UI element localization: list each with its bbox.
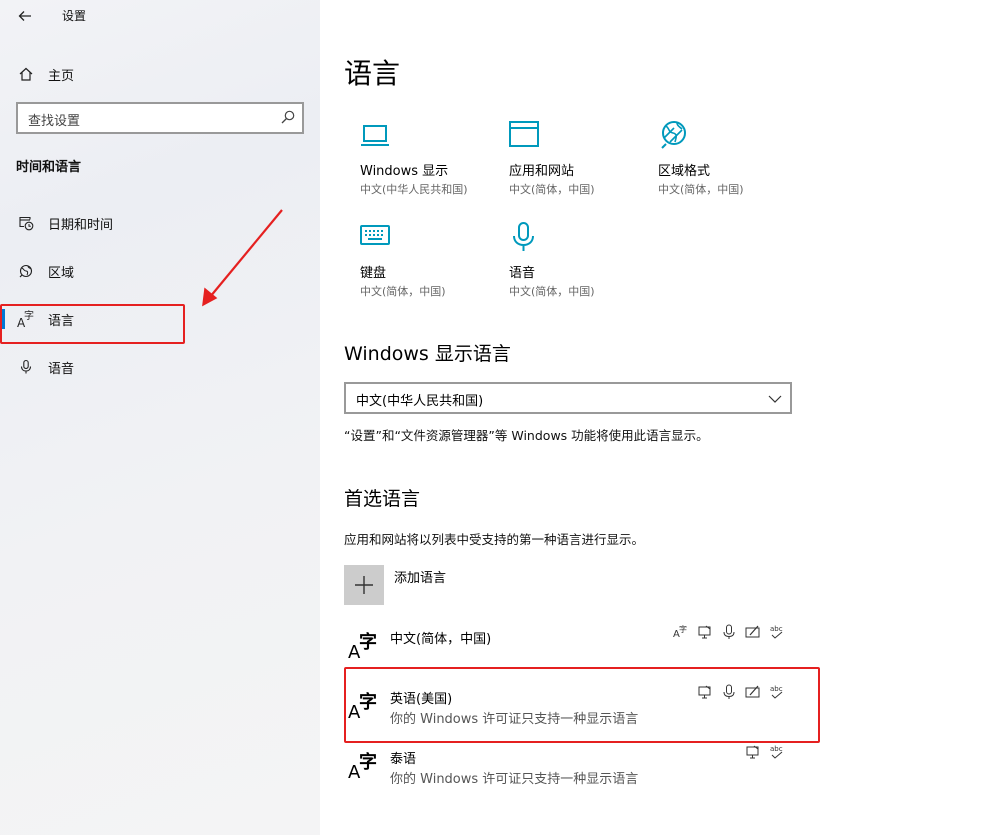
preferred-languages-heading: 首选语言 xyxy=(344,488,421,510)
plus-icon xyxy=(355,576,373,594)
display-language-select[interactable]: 中文(中华人民共和国) xyxy=(344,382,792,414)
home-icon xyxy=(16,64,36,84)
language-note: 你的 Windows 许可证只支持一种显示语言 xyxy=(390,772,639,787)
tile-title: Windows 显示 xyxy=(360,164,449,179)
speech-recognition-feature-icon xyxy=(720,624,738,642)
display-language-description: “设置”和“文件资源管理器”等 Windows 功能将使用此语言显示。 xyxy=(344,428,709,443)
add-language-button[interactable] xyxy=(344,565,384,605)
chevron-down-icon xyxy=(768,395,782,403)
spell-check-feature-icon: abc xyxy=(768,624,786,642)
microphone-icon xyxy=(513,222,534,251)
back-arrow-icon xyxy=(18,11,31,21)
sidebar: 设置 主页 查找设置 时间和语言 日期和时间 区域 A 字 语言 语音 xyxy=(0,0,320,835)
tile-subtitle: 中文(简体，中国) xyxy=(360,285,446,298)
search-input[interactable]: 查找设置 xyxy=(16,102,304,134)
tile-title: 键盘 xyxy=(360,266,387,281)
annotation-highlight-box xyxy=(344,667,820,743)
text-to-speech-feature-icon xyxy=(696,624,714,642)
tile-regional-format[interactable]: 区域格式 中文(简体，中国) xyxy=(658,120,808,210)
sidebar-item-label: 日期和时间 xyxy=(48,218,114,233)
svg-text:abc: abc xyxy=(770,745,783,753)
tile-title: 应用和网站 xyxy=(509,164,575,179)
language-icon: A 字 xyxy=(348,748,378,783)
tile-subtitle: 中文(简体，中国) xyxy=(658,183,744,196)
keyboard-icon xyxy=(360,225,390,245)
text-to-speech-feature-icon xyxy=(744,744,762,762)
search-placeholder: 查找设置 xyxy=(28,114,81,129)
region-globe-icon xyxy=(661,121,686,149)
tile-apps-websites[interactable]: 应用和网站 中文(简体，中国) xyxy=(509,120,659,210)
sidebar-item-region[interactable]: 区域 xyxy=(0,255,320,287)
search-icon xyxy=(281,110,295,124)
annotation-highlight-box xyxy=(0,304,185,344)
language-glyph-zi: 字 xyxy=(359,752,377,773)
sidebar-item-label: 语音 xyxy=(48,362,75,377)
back-button[interactable] xyxy=(14,5,36,27)
language-glyph-zi: 字 xyxy=(359,632,377,653)
app-window-icon xyxy=(509,121,539,147)
tile-speech[interactable]: 语音 中文(简体，中国) xyxy=(509,222,659,312)
language-item-thai[interactable]: A 字 泰语 你的 Windows 许可证只支持一种显示语言 abc xyxy=(344,744,794,800)
page-title: 语言 xyxy=(344,57,401,90)
handwriting-feature-icon xyxy=(744,624,762,642)
window-title: 设置 xyxy=(62,9,87,23)
section-title: 时间和语言 xyxy=(16,160,82,175)
monitor-icon xyxy=(361,125,389,146)
tile-title: 语音 xyxy=(509,266,536,281)
spell-check-feature-icon: abc xyxy=(768,744,786,762)
calendar-clock-icon xyxy=(16,213,36,233)
display-language-feature-icon: A字 xyxy=(672,624,690,642)
sidebar-item-label: 区域 xyxy=(48,266,75,281)
tile-title: 区域格式 xyxy=(658,164,711,179)
title-bar: 设置 xyxy=(0,0,320,32)
tile-subtitle: 中文(简体，中国) xyxy=(509,285,595,298)
tile-keyboard[interactable]: 键盘 中文(简体，中国) xyxy=(360,222,510,312)
tile-subtitle: 中文(中华人民共和国) xyxy=(360,183,468,196)
preferred-languages-description: 应用和网站将以列表中受支持的第一种语言进行显示。 xyxy=(344,532,645,547)
language-icon: A 字 xyxy=(348,628,378,663)
microphone-icon xyxy=(16,357,36,377)
language-name: 中文(简体，中国) xyxy=(390,632,492,647)
globe-icon xyxy=(16,261,36,281)
sidebar-item-date-time[interactable]: 日期和时间 xyxy=(0,207,320,239)
add-language-label[interactable]: 添加语言 xyxy=(394,567,446,586)
svg-text:字: 字 xyxy=(679,624,687,634)
language-name: 泰语 xyxy=(390,752,417,767)
svg-text:abc: abc xyxy=(770,625,783,633)
sidebar-item-speech[interactable]: 语音 xyxy=(0,351,320,383)
display-language-heading: Windows 显示语言 xyxy=(344,343,511,365)
tile-subtitle: 中文(简体，中国) xyxy=(509,183,595,196)
sidebar-item-label: 主页 xyxy=(48,69,75,84)
dropdown-value: 中文(中华人民共和国) xyxy=(356,394,484,409)
sidebar-item-home[interactable]: 主页 xyxy=(0,58,320,88)
tile-windows-display[interactable]: Windows 显示 中文(中华人民共和国) xyxy=(360,120,510,210)
